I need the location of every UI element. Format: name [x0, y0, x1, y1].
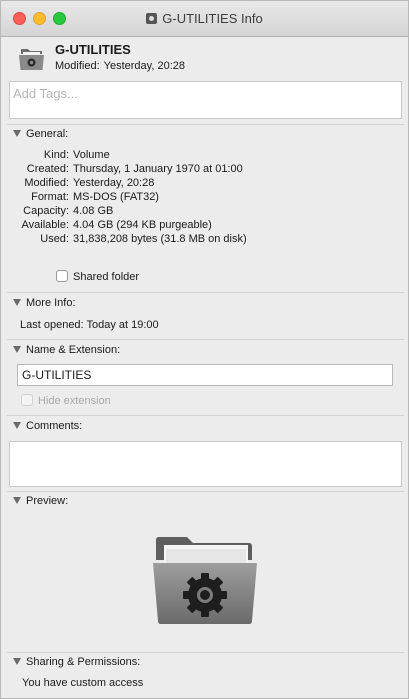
title-bar[interactable]: G-UTILITIES Info	[1, 1, 408, 37]
window-title-text: G-UTILITIES Info	[162, 11, 263, 26]
row-key: Available:	[21, 219, 70, 231]
section-preview[interactable]: Preview:	[13, 495, 68, 507]
section-name-extension[interactable]: Name & Extension:	[13, 344, 120, 356]
row-value: Thursday, 1 January 1970 at 01:00	[73, 163, 243, 175]
general-row-used: Used: 31,838,208 bytes (31.8 MB on disk)	[1, 233, 409, 247]
shared-folder-label: Shared folder	[73, 271, 140, 283]
name-field[interactable]: G-UTILITIES	[17, 364, 393, 386]
disclosure-triangle-icon[interactable]	[13, 658, 21, 665]
section-comments-label: Comments:	[26, 420, 83, 432]
general-row-kind: Kind: Volume	[1, 149, 409, 163]
row-key: Created:	[26, 163, 69, 175]
section-preview-label: Preview:	[26, 495, 69, 507]
comments-field[interactable]	[9, 441, 402, 487]
section-more-info[interactable]: More Info:	[13, 297, 76, 309]
checkbox-box	[21, 394, 33, 406]
divider	[7, 415, 404, 416]
section-general-label: General:	[26, 128, 69, 140]
row-value: MS-DOS (FAT32)	[73, 191, 159, 203]
general-row-available: Available: 4.04 GB (294 KB purgeable)	[1, 219, 409, 233]
section-general[interactable]: General:	[13, 128, 68, 140]
row-key: Format:	[31, 191, 69, 203]
modified-label: Modified:	[55, 60, 100, 72]
divider	[7, 491, 404, 492]
row-value: 4.04 GB (294 KB purgeable)	[73, 219, 212, 231]
disclosure-triangle-icon[interactable]	[13, 130, 21, 137]
section-more-info-label: More Info:	[26, 297, 76, 309]
general-row-modified: Modified: Yesterday, 20:28	[1, 177, 409, 191]
header-modified: Modified: Yesterday, 20:28	[55, 60, 185, 72]
row-value: Volume	[73, 149, 110, 161]
folder-gear-icon	[19, 49, 44, 70]
window-title: G-UTILITIES Info	[1, 11, 408, 26]
drive-icon	[146, 13, 158, 24]
row-value: 4.08 GB	[73, 205, 114, 217]
row-key: Used:	[40, 233, 69, 245]
divider	[7, 339, 404, 340]
checkbox-box[interactable]	[56, 270, 68, 282]
section-name-extension-label: Name & Extension:	[26, 344, 121, 356]
section-sharing-label: Sharing & Permissions:	[26, 656, 141, 668]
access-text: You have custom access	[22, 677, 144, 689]
row-value: 31,838,208 bytes (31.8 MB on disk)	[73, 233, 247, 245]
hide-extension-checkbox: Hide extension	[21, 394, 111, 407]
disclosure-triangle-icon[interactable]	[13, 299, 21, 306]
row-key: Modified:	[24, 177, 69, 189]
last-opened: Last opened: Today at 19:00	[20, 319, 159, 331]
section-comments[interactable]: Comments:	[13, 420, 82, 432]
disclosure-triangle-icon[interactable]	[13, 422, 21, 429]
divider	[7, 292, 404, 293]
tags-field[interactable]: Add Tags...	[9, 81, 402, 119]
row-key: Kind:	[43, 149, 69, 161]
row-value: Yesterday, 20:28	[73, 177, 155, 189]
tags-placeholder: Add Tags...	[13, 86, 78, 101]
divider	[7, 652, 404, 653]
section-sharing[interactable]: Sharing & Permissions:	[13, 656, 140, 668]
general-row-created: Created: Thursday, 1 January 1970 at 01:…	[1, 163, 409, 177]
disclosure-triangle-icon[interactable]	[13, 497, 21, 504]
row-key: Capacity:	[23, 205, 69, 217]
disclosure-triangle-icon[interactable]	[13, 346, 21, 353]
item-name: G-UTILITIES	[55, 42, 131, 57]
shared-folder-checkbox[interactable]: Shared folder	[56, 270, 139, 283]
folder-gear-icon	[153, 537, 257, 624]
info-window: G-UTILITIES Info G-UTILITIES Modified: Ye…	[0, 0, 409, 699]
hide-extension-label: Hide extension	[38, 395, 111, 407]
general-row-format: Format: MS-DOS (FAT32)	[1, 191, 409, 205]
divider	[7, 124, 404, 125]
general-row-capacity: Capacity: 4.08 GB	[1, 205, 409, 219]
modified-value: Yesterday, 20:28	[103, 60, 185, 72]
